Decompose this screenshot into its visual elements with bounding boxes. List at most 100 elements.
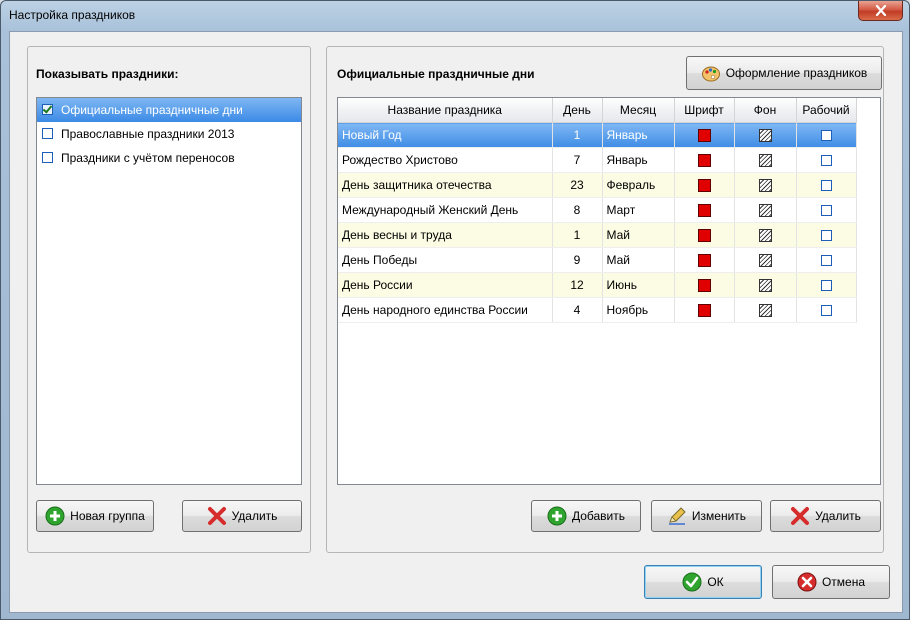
holiday-design-button[interactable]: Оформление праздников xyxy=(686,56,882,90)
background-cell xyxy=(734,197,797,223)
holidays-table[interactable]: Название праздника День Месяц Шрифт Фон Рабоч… xyxy=(337,97,881,485)
working-checkbox[interactable] xyxy=(820,305,832,317)
holiday-name-cell: День России xyxy=(338,272,553,298)
column-header[interactable]: Месяц xyxy=(602,98,675,123)
working-checkbox[interactable] xyxy=(820,230,832,242)
holidays-panel: Официальные праздничные дни Оформление п… xyxy=(326,46,884,553)
new-group-button[interactable]: Новая группа xyxy=(36,500,154,532)
holidays-panel-title: Официальные праздничные дни xyxy=(337,67,535,81)
cancel-label: Отмена xyxy=(821,575,866,589)
font-color-swatch[interactable] xyxy=(697,179,711,193)
table-row[interactable]: Новый Год 1 Январь xyxy=(338,122,857,148)
palette-icon xyxy=(701,66,720,82)
font-color-swatch[interactable] xyxy=(697,129,711,143)
holiday-month-cell: Ноябрь xyxy=(602,297,675,323)
holiday-day-cell: 23 xyxy=(552,172,603,198)
groups-panel: Показывать праздники: Официальные праздн… xyxy=(27,46,311,553)
delete-group-button[interactable]: Удалить xyxy=(182,500,302,532)
table-row[interactable]: День Победы 9 Май xyxy=(338,247,857,273)
working-checkbox[interactable] xyxy=(820,280,832,292)
background-swatch[interactable] xyxy=(758,254,772,268)
title-bar[interactable]: Настройка праздников xyxy=(1,1,909,29)
holiday-groups-list[interactable]: Официальные праздничные дни Православные … xyxy=(36,97,302,485)
dialog-client-area: Показывать праздники: Официальные праздн… xyxy=(9,31,903,613)
holiday-day-cell: 1 xyxy=(552,122,603,148)
font-color-swatch[interactable] xyxy=(697,279,711,293)
holiday-design-label: Оформление праздников xyxy=(725,66,868,80)
holiday-month-cell: Март xyxy=(602,197,675,223)
holiday-settings-window: Настройка праздников Показывать праздник… xyxy=(0,0,910,620)
font-color-swatch[interactable] xyxy=(697,154,711,168)
working-checkbox[interactable] xyxy=(820,155,832,167)
holiday-name-cell: День защитника отечества xyxy=(338,172,553,198)
table-row[interactable]: Международный Женский День 8 Март xyxy=(338,197,857,223)
background-cell xyxy=(734,272,797,298)
background-swatch[interactable] xyxy=(758,129,772,143)
table-row[interactable]: День защитника отечества 23 Февраль xyxy=(338,172,857,198)
plus-icon xyxy=(45,506,65,526)
table-row[interactable]: Рождество Христово 7 Январь xyxy=(338,147,857,173)
font-cell xyxy=(674,222,735,248)
new-group-label: Новая группа xyxy=(70,509,145,523)
font-color-swatch[interactable] xyxy=(697,254,711,268)
font-color-swatch[interactable] xyxy=(697,229,711,243)
background-swatch[interactable] xyxy=(758,154,772,168)
background-swatch[interactable] xyxy=(758,179,772,193)
cancel-button[interactable]: Отмена xyxy=(772,565,890,599)
close-button[interactable] xyxy=(858,1,903,21)
background-cell xyxy=(734,147,797,173)
window-title: Настройка праздников xyxy=(9,8,136,22)
column-header[interactable]: Шрифт xyxy=(674,98,735,123)
column-header[interactable]: Фон xyxy=(734,98,797,123)
holiday-month-cell: Январь xyxy=(602,147,675,173)
holiday-day-cell: 8 xyxy=(552,197,603,223)
background-swatch[interactable] xyxy=(758,279,772,293)
holiday-month-cell: Январь xyxy=(602,122,675,148)
holiday-day-cell: 12 xyxy=(552,272,603,298)
ok-button[interactable]: ОК xyxy=(644,565,762,599)
holiday-name-cell: Рождество Христово xyxy=(338,147,553,173)
holiday-month-cell: Февраль xyxy=(602,172,675,198)
font-cell xyxy=(674,197,735,223)
group-checkbox[interactable] xyxy=(42,104,53,115)
table-row[interactable]: День народного единства России 4 Ноябрь xyxy=(338,297,857,323)
group-checkbox[interactable] xyxy=(42,152,53,163)
column-header[interactable]: Название праздника xyxy=(338,98,553,123)
font-color-swatch[interactable] xyxy=(697,204,711,218)
column-header[interactable]: День xyxy=(552,98,603,123)
working-checkbox[interactable] xyxy=(820,205,832,217)
group-list-item[interactable]: Официальные праздничные дни xyxy=(37,98,301,122)
working-cell xyxy=(796,297,857,323)
add-holiday-label: Добавить xyxy=(571,509,626,523)
add-holiday-button[interactable]: Добавить xyxy=(531,500,641,532)
background-swatch[interactable] xyxy=(758,304,772,318)
font-cell xyxy=(674,247,735,273)
holiday-month-cell: Май xyxy=(602,247,675,273)
holiday-day-cell: 4 xyxy=(552,297,603,323)
background-swatch[interactable] xyxy=(758,229,772,243)
column-header[interactable]: Рабочий xyxy=(796,98,857,123)
holiday-month-cell: Май xyxy=(602,222,675,248)
group-list-item[interactable]: Праздники с учётом переносов xyxy=(37,146,301,170)
holiday-name-cell: День Победы xyxy=(338,247,553,273)
group-list-item[interactable]: Православные праздники 2013 xyxy=(37,122,301,146)
holiday-name-cell: День весны и труда xyxy=(338,222,553,248)
working-checkbox[interactable] xyxy=(820,255,832,267)
table-row[interactable]: День весны и труда 1 Май xyxy=(338,222,857,248)
working-checkbox[interactable] xyxy=(820,130,832,142)
holiday-name-cell: День народного единства России xyxy=(338,297,553,323)
font-color-swatch[interactable] xyxy=(697,304,711,318)
table-row[interactable]: День России 12 Июнь xyxy=(338,272,857,298)
working-cell xyxy=(796,222,857,248)
groups-panel-title: Показывать праздники: xyxy=(36,67,179,81)
group-label: Праздники с учётом переносов xyxy=(61,151,235,165)
font-cell xyxy=(674,147,735,173)
delete-holiday-button[interactable]: Удалить xyxy=(770,500,881,532)
group-checkbox[interactable] xyxy=(42,128,53,139)
working-cell xyxy=(796,147,857,173)
pencil-icon xyxy=(668,507,686,525)
working-cell xyxy=(796,272,857,298)
working-checkbox[interactable] xyxy=(820,180,832,192)
edit-holiday-button[interactable]: Изменить xyxy=(651,500,762,532)
background-swatch[interactable] xyxy=(758,204,772,218)
